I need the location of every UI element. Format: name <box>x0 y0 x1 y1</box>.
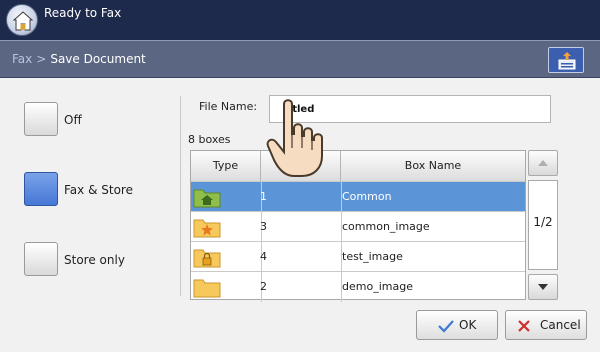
triangle-up-icon <box>538 160 548 166</box>
option-fax-and-store-label: Fax & Store <box>64 183 133 197</box>
page-indicator: 1/2 <box>528 180 558 270</box>
row-box-name: test_image <box>342 250 403 263</box>
table-row[interactable]: 1 Common <box>191 181 525 212</box>
folder-icon <box>193 279 221 298</box>
option-fax-and-store-button[interactable] <box>24 172 58 206</box>
row-box-name: demo_image <box>342 280 413 293</box>
star-folder-icon <box>193 219 221 238</box>
lock-folder-icon <box>193 249 221 268</box>
cancel-button[interactable]: Cancel <box>505 310 587 340</box>
column-header-type[interactable]: Type <box>191 151 261 181</box>
option-store-only-label: Store only <box>64 253 125 267</box>
tray-icon <box>558 52 576 70</box>
ok-button[interactable]: OK <box>416 310 498 340</box>
ok-label: OK <box>459 318 477 332</box>
row-no: 1 <box>260 190 267 203</box>
file-name-label: File Name: <box>199 100 258 113</box>
row-box-name: common_image <box>342 220 430 233</box>
row-box-name: Common <box>342 190 392 203</box>
status-text: Ready to Fax <box>44 6 122 20</box>
home-button[interactable] <box>6 4 38 36</box>
triangle-down-icon <box>538 284 548 290</box>
home-folder-icon <box>193 189 221 208</box>
option-off-button[interactable] <box>24 102 58 136</box>
breadcrumb: Fax > Save Document <box>12 52 146 66</box>
breadcrumb-bar: Fax > Save Document <box>0 40 600 78</box>
check-icon <box>438 320 454 333</box>
column-header-box-name[interactable]: Box Name <box>341 151 525 181</box>
box-table: Type No. Box Name 1 Common 3 common_imag… <box>190 150 526 302</box>
scroll-up-button[interactable] <box>528 150 558 176</box>
option-store-only-button[interactable] <box>24 242 58 276</box>
breadcrumb-parent[interactable]: Fax <box>12 52 32 66</box>
cancel-label: Cancel <box>540 318 581 332</box>
table-row[interactable]: 4 test_image <box>191 241 525 272</box>
breadcrumb-separator: > <box>36 52 47 66</box>
table-scroll: 1/2 <box>528 150 558 300</box>
table-row[interactable]: 2 demo_image <box>191 271 525 302</box>
table-row[interactable]: 3 common_image <box>191 211 525 242</box>
row-no: 2 <box>260 280 267 293</box>
row-no: 3 <box>260 220 267 233</box>
option-off-label: Off <box>64 113 82 127</box>
panel-divider <box>180 96 181 296</box>
scroll-down-button[interactable] <box>528 274 558 300</box>
document-tray-button[interactable] <box>548 47 584 73</box>
close-icon <box>518 320 530 332</box>
hand-pointer-icon <box>266 99 323 177</box>
boxes-count: 8 boxes <box>188 133 231 146</box>
row-no: 4 <box>260 250 267 263</box>
status-bar: Ready to Fax <box>0 0 600 40</box>
home-icon <box>12 11 34 31</box>
breadcrumb-current: Save Document <box>50 52 146 66</box>
